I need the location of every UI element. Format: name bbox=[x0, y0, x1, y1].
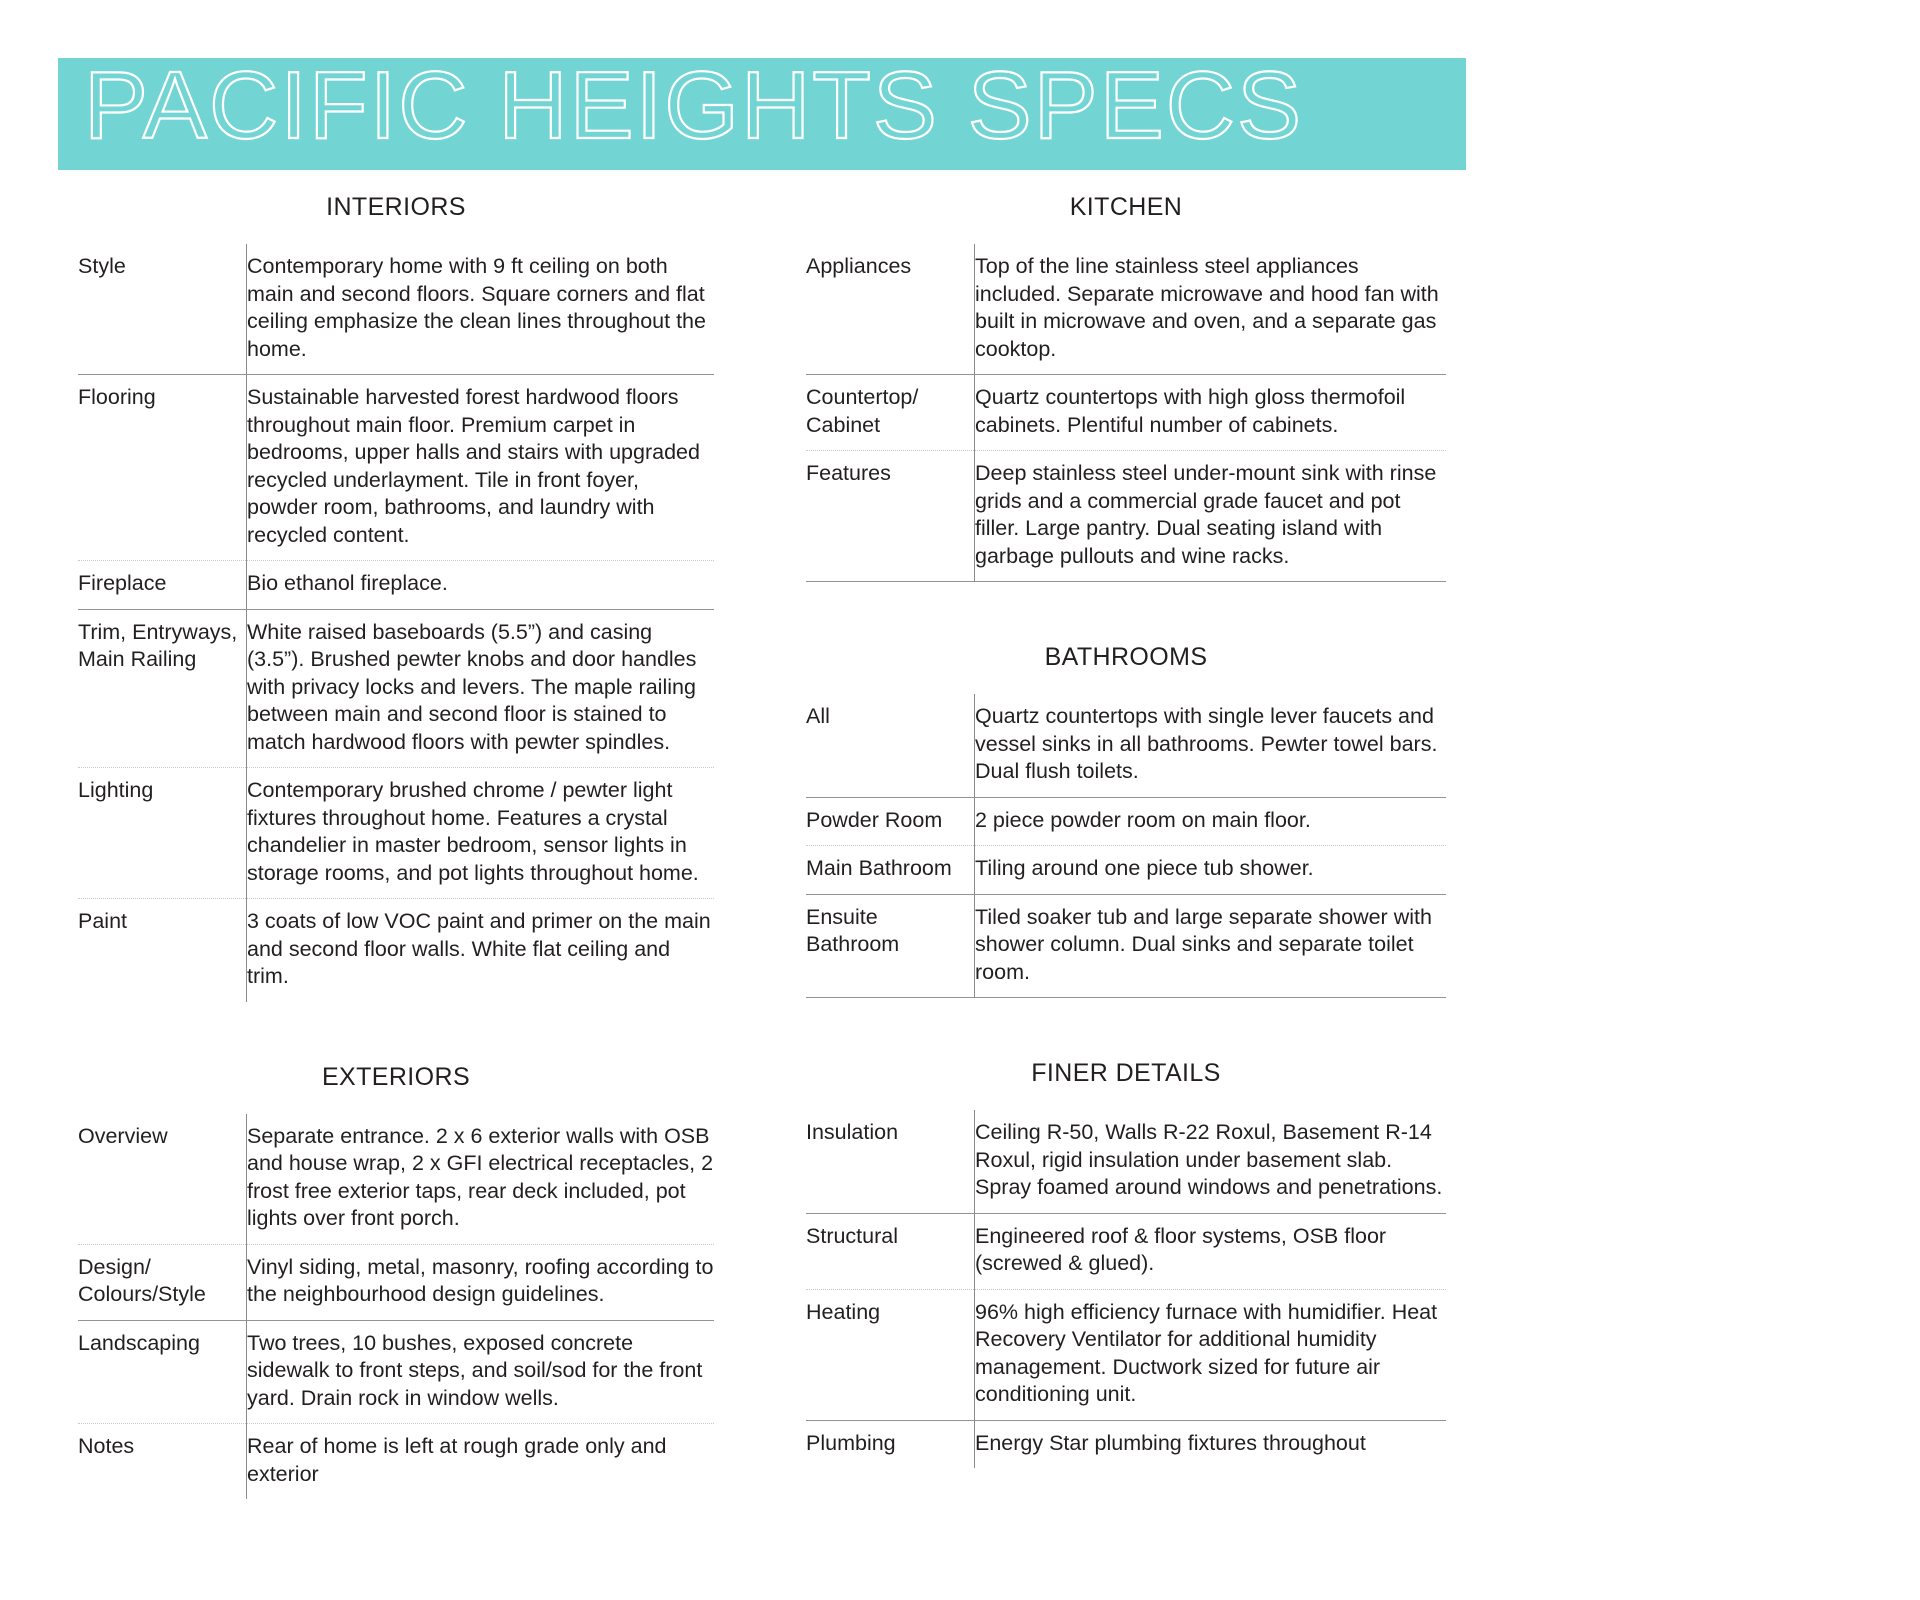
row-label: Main Bathroom bbox=[806, 845, 975, 894]
table-row: Ensuite Bathroom Tiled soaker tub and la… bbox=[806, 893, 1446, 998]
row-value: Tiling around one piece tub shower. bbox=[974, 845, 1446, 894]
section-title-interiors: INTERIORS bbox=[326, 193, 466, 221]
table-row: Heating 96% high efficiency furnace with… bbox=[806, 1288, 1446, 1420]
row-label: Landscaping bbox=[78, 1319, 247, 1424]
table-row: Landscaping Two trees, 10 bushes, expose… bbox=[78, 1319, 714, 1424]
row-value: Vinyl siding, metal, masonry, roofing ac… bbox=[246, 1243, 714, 1320]
exteriors-table: Overview Separate entrance. 2 x 6 exteri… bbox=[78, 1113, 714, 1499]
row-label: Insulation bbox=[806, 1120, 899, 1144]
row-value: Sustainable harvested forest hardwood fl… bbox=[246, 374, 714, 561]
row-value: 96% high efficiency furnace with humidif… bbox=[974, 1288, 1446, 1420]
row-value: 2 piece powder room on main floor. bbox=[974, 796, 1446, 846]
section-bathrooms: BATHROOMS All Quartz countertops with si… bbox=[806, 628, 1446, 998]
row-label: Paint bbox=[78, 898, 247, 1002]
section-kitchen: KITCHEN Appliances Top of the line stain… bbox=[806, 178, 1446, 582]
section-finer-details: FINER DETAILS Insulation Ceiling R-50, W… bbox=[806, 1044, 1446, 1468]
table-row: Insulation Ceiling R-50, Walls R-22 Roxu… bbox=[806, 1110, 1446, 1213]
table-row: Design/ Colours/Style Vinyl siding, meta… bbox=[78, 1243, 714, 1320]
row-value: Energy Star plumbing fixtures throughout bbox=[974, 1419, 1446, 1468]
row-value: Contemporary home with 9 ft ceiling on b… bbox=[246, 244, 714, 375]
content-columns: INTERIORS Style Contemporary home with 9… bbox=[0, 178, 1920, 1600]
row-label: Style bbox=[78, 254, 126, 278]
right-column: KITCHEN Appliances Top of the line stain… bbox=[806, 178, 1446, 1468]
row-value: Bio ethanol fireplace. bbox=[246, 560, 714, 609]
row-value: Quartz countertops with single lever fau… bbox=[974, 694, 1446, 797]
table-row: Paint 3 coats of low VOC paint and prime… bbox=[78, 898, 714, 1002]
row-label: Structural bbox=[806, 1212, 975, 1289]
table-row: Style Contemporary home with 9 ft ceilin… bbox=[78, 244, 714, 375]
row-label: Ensuite Bathroom bbox=[806, 893, 975, 998]
table-row: All Quartz countertops with single lever… bbox=[806, 694, 1446, 797]
section-title-bathrooms: BATHROOMS bbox=[1044, 643, 1208, 671]
row-label: Features bbox=[806, 450, 975, 582]
table-row: Appliances Top of the line stainless ste… bbox=[806, 244, 1446, 375]
document-page: PACIFIC HEIGHTS SPECS INTERIORS Style Co… bbox=[0, 0, 1920, 1600]
section-title-exteriors: EXTERIORS bbox=[321, 1062, 471, 1091]
row-value: Tiled soaker tub and large separate show… bbox=[974, 893, 1446, 998]
row-value: Contemporary brushed chrome / pewter lig… bbox=[246, 767, 714, 899]
row-label: Heating bbox=[806, 1288, 975, 1420]
title-banner: PACIFIC HEIGHTS SPECS bbox=[58, 58, 1466, 170]
table-row: Flooring Sustainable harvested forest ha… bbox=[78, 374, 714, 561]
row-label: Design/ Colours/Style bbox=[78, 1243, 247, 1320]
table-row: Notes Rear of home is left at rough grad… bbox=[78, 1423, 714, 1499]
table-row: Main Bathroom Tiling around one piece tu… bbox=[806, 845, 1446, 894]
section-exteriors: EXTERIORS Overview Separate entrance. 2 … bbox=[78, 1048, 714, 1499]
left-column: INTERIORS Style Contemporary home with 9… bbox=[78, 178, 714, 1499]
row-value: White raised baseboards (5.5”) and casin… bbox=[246, 608, 714, 768]
table-row: Powder Room 2 piece powder room on main … bbox=[806, 796, 1446, 846]
row-value: Engineered roof & floor systems, OSB flo… bbox=[974, 1212, 1446, 1289]
row-label: All bbox=[806, 704, 830, 728]
kitchen-table: Appliances Top of the line stainless ste… bbox=[806, 244, 1446, 582]
row-label: Countertop/ Cabinet bbox=[806, 374, 975, 451]
row-value: Rear of home is left at rough grade only… bbox=[246, 1423, 714, 1499]
row-label: Notes bbox=[78, 1423, 247, 1499]
interiors-table: Style Contemporary home with 9 ft ceilin… bbox=[78, 244, 714, 1002]
row-label: Appliances bbox=[806, 254, 912, 278]
row-value: Two trees, 10 bushes, exposed concrete s… bbox=[246, 1319, 714, 1424]
table-row: Fireplace Bio ethanol fireplace. bbox=[78, 560, 714, 609]
table-row: Trim, Entryways, Main Railing White rais… bbox=[78, 608, 714, 768]
table-row: Lighting Contemporary brushed chrome / p… bbox=[78, 767, 714, 899]
row-value: Ceiling R-50, Walls R-22 Roxul, Basement… bbox=[974, 1110, 1446, 1213]
row-label: Overview bbox=[78, 1123, 168, 1148]
row-value: Quartz countertops with high gloss therm… bbox=[974, 374, 1446, 451]
row-value: Top of the line stainless steel applianc… bbox=[974, 244, 1446, 375]
bathrooms-table: All Quartz countertops with single lever… bbox=[806, 694, 1446, 998]
table-row: Plumbing Energy Star plumbing fixtures t… bbox=[806, 1419, 1446, 1468]
section-interiors: INTERIORS Style Contemporary home with 9… bbox=[78, 178, 714, 1002]
table-row: Features Deep stainless steel under-moun… bbox=[806, 450, 1446, 582]
row-label: Trim, Entryways, Main Railing bbox=[78, 608, 247, 768]
section-title-finer-details: FINER DETAILS bbox=[1031, 1059, 1221, 1087]
row-value: 3 coats of low VOC paint and primer on t… bbox=[246, 898, 714, 1002]
row-label: Fireplace bbox=[78, 560, 247, 609]
section-title-kitchen: KITCHEN bbox=[1069, 193, 1183, 221]
row-value: Separate entrance. 2 x 6 exterior walls … bbox=[246, 1113, 714, 1244]
table-row: Overview Separate entrance. 2 x 6 exteri… bbox=[78, 1113, 714, 1244]
row-label: Flooring bbox=[78, 374, 247, 561]
table-row: Countertop/ Cabinet Quartz countertops w… bbox=[806, 374, 1446, 451]
page-title: PACIFIC HEIGHTS SPECS bbox=[83, 58, 1304, 160]
row-label: Lighting bbox=[78, 767, 247, 899]
table-row: Structural Engineered roof & floor syste… bbox=[806, 1212, 1446, 1289]
row-label: Plumbing bbox=[806, 1419, 975, 1468]
row-value: Deep stainless steel under-mount sink wi… bbox=[974, 450, 1446, 582]
finer-details-table: Insulation Ceiling R-50, Walls R-22 Roxu… bbox=[806, 1110, 1446, 1468]
row-label: Powder Room bbox=[806, 796, 975, 846]
